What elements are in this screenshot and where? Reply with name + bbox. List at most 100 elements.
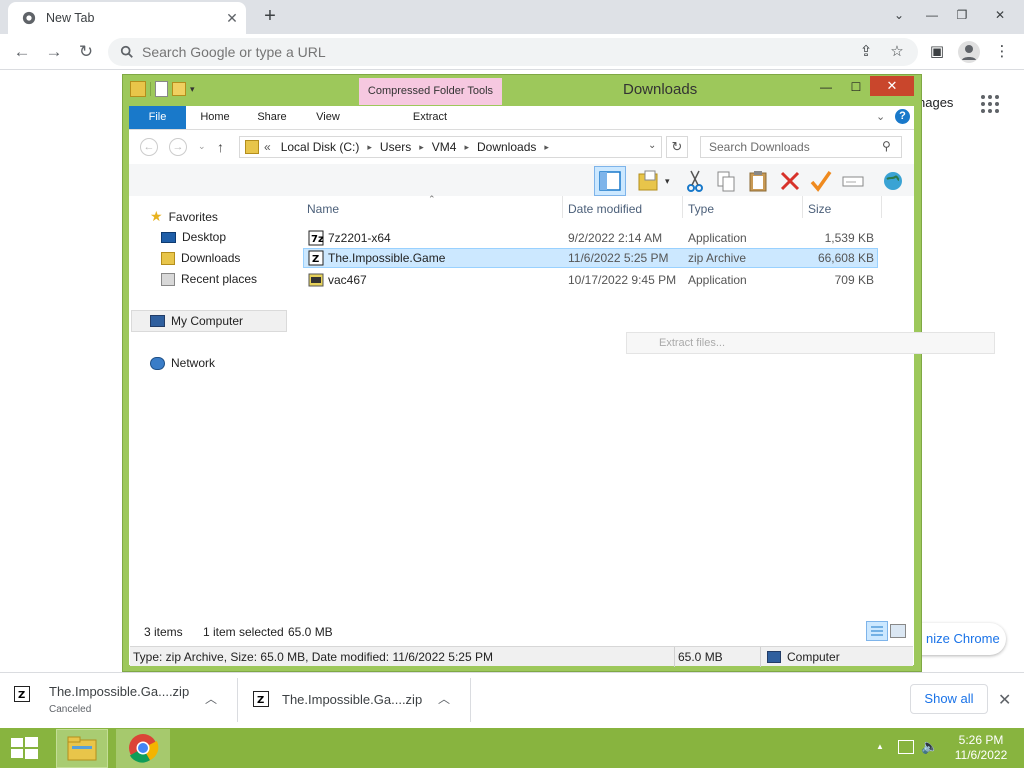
breadcrumb-separator-icon[interactable]: ▸: [544, 142, 549, 153]
nav-desktop[interactable]: Desktop: [161, 230, 226, 244]
file-row[interactable]: 7z 7z2201-x64 9/2/2022 2:14 AM Applicati…: [303, 228, 878, 248]
reload-icon[interactable]: ↻: [74, 40, 98, 64]
restore-icon[interactable]: ❐: [950, 4, 974, 26]
breadcrumb-separator-icon[interactable]: ▸: [419, 142, 424, 153]
omnibox[interactable]: [108, 38, 918, 66]
zip-file-icon: Z: [14, 686, 30, 702]
volume-icon[interactable]: 🔈: [921, 738, 938, 755]
address-bar[interactable]: « Local Disk (C:) ▸ Users ▸ VM4 ▸ Downlo…: [239, 136, 662, 158]
profile-avatar-icon[interactable]: [958, 41, 980, 63]
ribbon-expand-chevron-icon[interactable]: ⌄: [876, 110, 885, 123]
taskbar-chrome[interactable]: [116, 729, 170, 768]
tab-view[interactable]: View: [306, 106, 350, 129]
folder-icon[interactable]: [130, 81, 146, 97]
chrome-menu-icon[interactable]: ⋮: [992, 42, 1012, 62]
breadcrumb-local-disk[interactable]: Local Disk (C:): [281, 140, 360, 154]
recent-locations-chevron-icon[interactable]: ⌄: [198, 141, 206, 152]
rename-icon[interactable]: [840, 168, 866, 194]
network-tray-icon[interactable]: [898, 740, 914, 754]
tab-new-tab[interactable]: New Tab ✕: [8, 2, 246, 34]
nav-downloads[interactable]: Downloads: [161, 251, 240, 265]
new-folder-icon[interactable]: [172, 82, 186, 96]
download-item-name[interactable]: The.Impossible.Ga....zip: [49, 684, 189, 699]
nav-favorites[interactable]: ★ Favorites: [150, 208, 218, 225]
qat-dropdown-icon[interactable]: ▾: [190, 84, 195, 95]
details-view-icon[interactable]: [866, 621, 888, 641]
copy-icon[interactable]: [713, 168, 739, 194]
breadcrumb-downloads[interactable]: Downloads: [477, 140, 536, 154]
side-panel-icon[interactable]: ▣: [927, 42, 947, 62]
start-button[interactable]: [0, 728, 48, 768]
nav-my-computer[interactable]: My Computer: [150, 314, 243, 328]
breadcrumb-separator-icon[interactable]: ▸: [367, 142, 372, 153]
tab-file[interactable]: File: [129, 106, 186, 129]
explorer-back-icon[interactable]: ←: [140, 138, 158, 156]
taskbar-file-explorer[interactable]: [56, 729, 108, 768]
breadcrumb-users[interactable]: Users: [380, 140, 411, 154]
column-divider[interactable]: [682, 196, 683, 218]
download-item-chevron-up-icon[interactable]: ︿: [205, 690, 217, 707]
col-date[interactable]: Date modified: [568, 202, 642, 216]
close-window-icon[interactable]: ✕: [988, 4, 1012, 26]
delete-x-icon[interactable]: [777, 168, 803, 194]
large-icons-view-icon[interactable]: [890, 624, 906, 638]
explorer-minimize-icon[interactable]: —: [812, 77, 840, 97]
col-type[interactable]: Type: [688, 202, 714, 216]
address-history-chevron-icon[interactable]: ⌄: [648, 140, 656, 151]
tab-home[interactable]: Home: [192, 106, 238, 129]
new-tab-plus-icon[interactable]: +: [260, 6, 280, 26]
checkmark-icon[interactable]: [808, 168, 834, 194]
file-explorer-icon: [67, 736, 97, 761]
omnibox-input[interactable]: [142, 44, 642, 60]
help-icon[interactable]: ?: [895, 109, 910, 124]
col-name[interactable]: Name: [307, 202, 339, 216]
zip-archive-icon: Z: [308, 250, 324, 266]
col-size[interactable]: Size: [808, 202, 831, 216]
file-row-selected[interactable]: Z The.Impossible.Game 11/6/2022 5:25 PM …: [303, 248, 878, 268]
file-row[interactable]: vac467 10/17/2022 9:45 PM Application 70…: [303, 270, 878, 290]
refresh-icon[interactable]: ↻: [666, 136, 688, 158]
paste-clipboard-icon[interactable]: [745, 168, 771, 194]
nav-recent-places[interactable]: Recent places: [161, 272, 257, 286]
tab-search-chevron-icon[interactable]: ⌄: [887, 4, 911, 26]
breadcrumb-vm4[interactable]: VM4: [432, 140, 457, 154]
share-icon[interactable]: ⇪: [856, 42, 876, 62]
apps-grid-icon[interactable]: [980, 94, 1000, 114]
ntp-images-link[interactable]: nages: [918, 95, 953, 110]
search-downloads-input[interactable]: Search Downloads: [700, 136, 902, 158]
preview-pane-icon[interactable]: [594, 166, 626, 196]
file-name: vac467: [328, 273, 367, 287]
explorer-maximize-icon[interactable]: ☐: [842, 77, 870, 97]
explorer-forward-icon[interactable]: →: [169, 138, 187, 156]
breadcrumb-overflow[interactable]: «: [264, 140, 271, 154]
up-arrow-icon[interactable]: ↑: [217, 139, 224, 155]
forward-arrow-icon[interactable]: →: [42, 40, 66, 64]
bookmark-star-icon[interactable]: ☆: [887, 42, 907, 62]
download-item-name[interactable]: The.Impossible.Ga....zip: [282, 692, 422, 707]
globe-icon[interactable]: [880, 168, 906, 194]
tab-close-icon[interactable]: ✕: [224, 10, 240, 26]
column-divider[interactable]: [562, 196, 563, 218]
folder-options-icon[interactable]: [636, 168, 662, 194]
taskbar-clock[interactable]: 5:26 PM 11/6/2022: [948, 733, 1014, 763]
search-magnifier-icon[interactable]: ⚲: [882, 139, 891, 153]
show-all-downloads-button[interactable]: Show all: [910, 684, 988, 714]
explorer-close-icon[interactable]: ✕: [870, 76, 914, 96]
file-size: 1,539 KB: [824, 231, 874, 245]
tab-extract[interactable]: Extract: [400, 106, 460, 129]
back-arrow-icon[interactable]: ←: [10, 40, 34, 64]
tray-overflow-icon[interactable]: ▲: [876, 742, 884, 751]
column-divider[interactable]: [802, 196, 803, 218]
minimize-icon[interactable]: —: [920, 4, 944, 26]
cut-scissors-icon[interactable]: [682, 168, 708, 194]
breadcrumb-separator-icon[interactable]: ▸: [464, 142, 469, 153]
clock-time: 5:26 PM: [958, 733, 1004, 747]
properties-icon[interactable]: [155, 81, 168, 97]
close-shelf-icon[interactable]: ✕: [998, 690, 1011, 710]
tab-share[interactable]: Share: [250, 106, 294, 129]
options-dropdown-icon[interactable]: ▾: [665, 176, 670, 187]
download-item-chevron-up-icon[interactable]: ︿: [438, 690, 450, 707]
extract-files-ghost[interactable]: Extract files...: [626, 332, 995, 354]
column-divider[interactable]: [881, 196, 882, 218]
nav-network[interactable]: Network: [150, 356, 215, 370]
